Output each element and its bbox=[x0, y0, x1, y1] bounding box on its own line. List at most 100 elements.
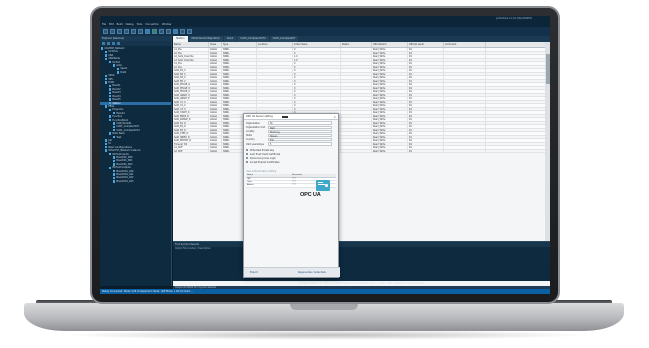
table-cell[interactable]: Read_Write bbox=[372, 146, 408, 149]
table-cell[interactable]: Read_Write bbox=[372, 104, 408, 107]
column-header[interactable]: OPCUA/ACC bbox=[372, 42, 408, 47]
table-cell[interactable]: Read_Write bbox=[372, 132, 408, 135]
table-cell[interactable]: Read_Write bbox=[372, 135, 408, 138]
table-cell[interactable]: Read_Write bbox=[372, 76, 408, 79]
table-cell[interactable]: Read_Write bbox=[372, 107, 408, 110]
table-cell[interactable]: Read_Write bbox=[372, 83, 408, 86]
checkbox[interactable] bbox=[246, 160, 249, 164]
table-cell[interactable]: Read_Write bbox=[372, 79, 408, 82]
table-cell[interactable] bbox=[341, 135, 372, 138]
table-cell[interactable] bbox=[341, 93, 372, 96]
table-cell[interactable] bbox=[341, 55, 372, 58]
collapse-icon[interactable] bbox=[117, 42, 120, 45]
table-cell[interactable] bbox=[341, 48, 372, 51]
table-cell[interactable] bbox=[341, 121, 372, 124]
checkbox[interactable] bbox=[246, 156, 249, 160]
table-cell[interactable] bbox=[341, 65, 372, 68]
table-cell[interactable] bbox=[341, 139, 372, 142]
table-cell[interactable]: Read_Write bbox=[372, 149, 408, 152]
table-cell[interactable] bbox=[341, 132, 372, 135]
column-header[interactable]: Name bbox=[173, 42, 209, 47]
field-input[interactable]: R&D bbox=[268, 125, 332, 130]
table-cell[interactable] bbox=[341, 146, 372, 149]
table-cell[interactable]: Read_Write bbox=[372, 97, 408, 100]
connect-icon[interactable] bbox=[166, 29, 171, 34]
table-cell[interactable] bbox=[341, 118, 372, 121]
delete-icon[interactable] bbox=[107, 42, 110, 45]
table-cell[interactable] bbox=[341, 128, 372, 131]
table-cell[interactable]: Read_Write bbox=[372, 93, 408, 96]
add-icon[interactable] bbox=[102, 42, 105, 45]
monitor-icon[interactable] bbox=[180, 29, 185, 34]
checkbox[interactable] bbox=[246, 148, 249, 152]
table-cell[interactable] bbox=[341, 72, 372, 75]
table-cell[interactable]: Read_Write bbox=[372, 114, 408, 117]
export-button[interactable]: Export bbox=[244, 271, 292, 274]
table-cell[interactable]: Read_Write bbox=[372, 69, 408, 72]
column-header[interactable]: Retain bbox=[341, 42, 372, 47]
table-cell[interactable] bbox=[341, 62, 372, 65]
table-cell[interactable]: Read_Write bbox=[372, 111, 408, 114]
column-header[interactable]: OPCUA Level bbox=[408, 42, 444, 47]
table-cell[interactable]: Read_Write bbox=[372, 65, 408, 68]
table-cell[interactable] bbox=[341, 97, 372, 100]
table-cell[interactable] bbox=[341, 104, 372, 107]
column-header[interactable]: Location bbox=[257, 42, 293, 47]
table-cell[interactable]: Read_Write bbox=[372, 51, 408, 54]
table-cell[interactable] bbox=[341, 100, 372, 103]
table-cell[interactable]: Read_Write bbox=[372, 100, 408, 103]
tree-item[interactable]: BoardO01_A03 bbox=[100, 180, 171, 183]
checkbox[interactable] bbox=[246, 152, 249, 156]
column-header[interactable]: Initial Value bbox=[293, 42, 341, 47]
table-cell[interactable]: Read_Write bbox=[372, 142, 408, 145]
expand-icon[interactable] bbox=[112, 42, 115, 45]
table-cell[interactable]: Read_Write bbox=[372, 118, 408, 121]
settings-icon[interactable] bbox=[187, 29, 192, 34]
table-cell[interactable]: Read_Write bbox=[372, 58, 408, 61]
table-cell[interactable] bbox=[341, 149, 372, 152]
table-row[interactable]: A2_DOFGlobalSINRL0Read_WriteR1 bbox=[173, 149, 550, 153]
table-cell[interactable]: Read_Write bbox=[372, 125, 408, 128]
close-icon[interactable]: × bbox=[333, 114, 336, 120]
build-icon[interactable] bbox=[145, 29, 150, 34]
table-cell[interactable] bbox=[341, 90, 372, 93]
table-cell[interactable] bbox=[341, 111, 372, 114]
open-icon[interactable] bbox=[110, 29, 115, 34]
table-cell[interactable] bbox=[341, 107, 372, 110]
table-cell[interactable] bbox=[341, 142, 372, 145]
table-cell[interactable] bbox=[341, 58, 372, 61]
table-cell[interactable]: Read_Write bbox=[372, 55, 408, 58]
run-icon[interactable] bbox=[152, 29, 157, 34]
stop-icon[interactable] bbox=[159, 29, 164, 34]
table-cell[interactable]: Read_Write bbox=[372, 121, 408, 124]
table-cell[interactable]: Read_Write bbox=[372, 72, 408, 75]
field-input[interactable]: fix bbox=[268, 121, 332, 125]
column-header[interactable]: Comment bbox=[444, 42, 486, 47]
table-cell[interactable] bbox=[341, 125, 372, 128]
table-cell[interactable] bbox=[341, 76, 372, 79]
table-cell[interactable] bbox=[341, 114, 372, 117]
table-cell[interactable]: Read_Write bbox=[372, 128, 408, 131]
table-cell[interactable] bbox=[341, 86, 372, 89]
save-icon[interactable] bbox=[117, 29, 122, 34]
field-input[interactable]: Taiwan bbox=[268, 134, 332, 138]
column-header[interactable]: Type bbox=[222, 42, 257, 47]
table-cell[interactable]: Read_Write bbox=[372, 90, 408, 93]
table-cell[interactable] bbox=[341, 51, 372, 54]
paste-icon[interactable] bbox=[138, 29, 143, 34]
copy-icon[interactable] bbox=[131, 29, 136, 34]
table-cell[interactable] bbox=[341, 83, 372, 86]
regenerate-button[interactable]: Regenerate credentials bbox=[292, 271, 340, 274]
field-input[interactable]: 5 bbox=[268, 142, 332, 146]
table-cell[interactable] bbox=[341, 69, 372, 72]
table-cell[interactable]: Read_Write bbox=[372, 86, 408, 89]
field-input[interactable]: Taichung bbox=[268, 129, 332, 134]
download-icon[interactable] bbox=[173, 29, 178, 34]
table-cell[interactable] bbox=[341, 79, 372, 82]
field-input[interactable]: TW bbox=[268, 138, 332, 142]
new-icon[interactable] bbox=[103, 29, 108, 34]
table-cell[interactable]: Read_Write bbox=[372, 139, 408, 142]
table-cell[interactable]: Read_Write bbox=[372, 62, 408, 65]
table-cell[interactable]: Read_Write bbox=[372, 48, 408, 51]
scroll-thumb[interactable] bbox=[545, 54, 550, 84]
